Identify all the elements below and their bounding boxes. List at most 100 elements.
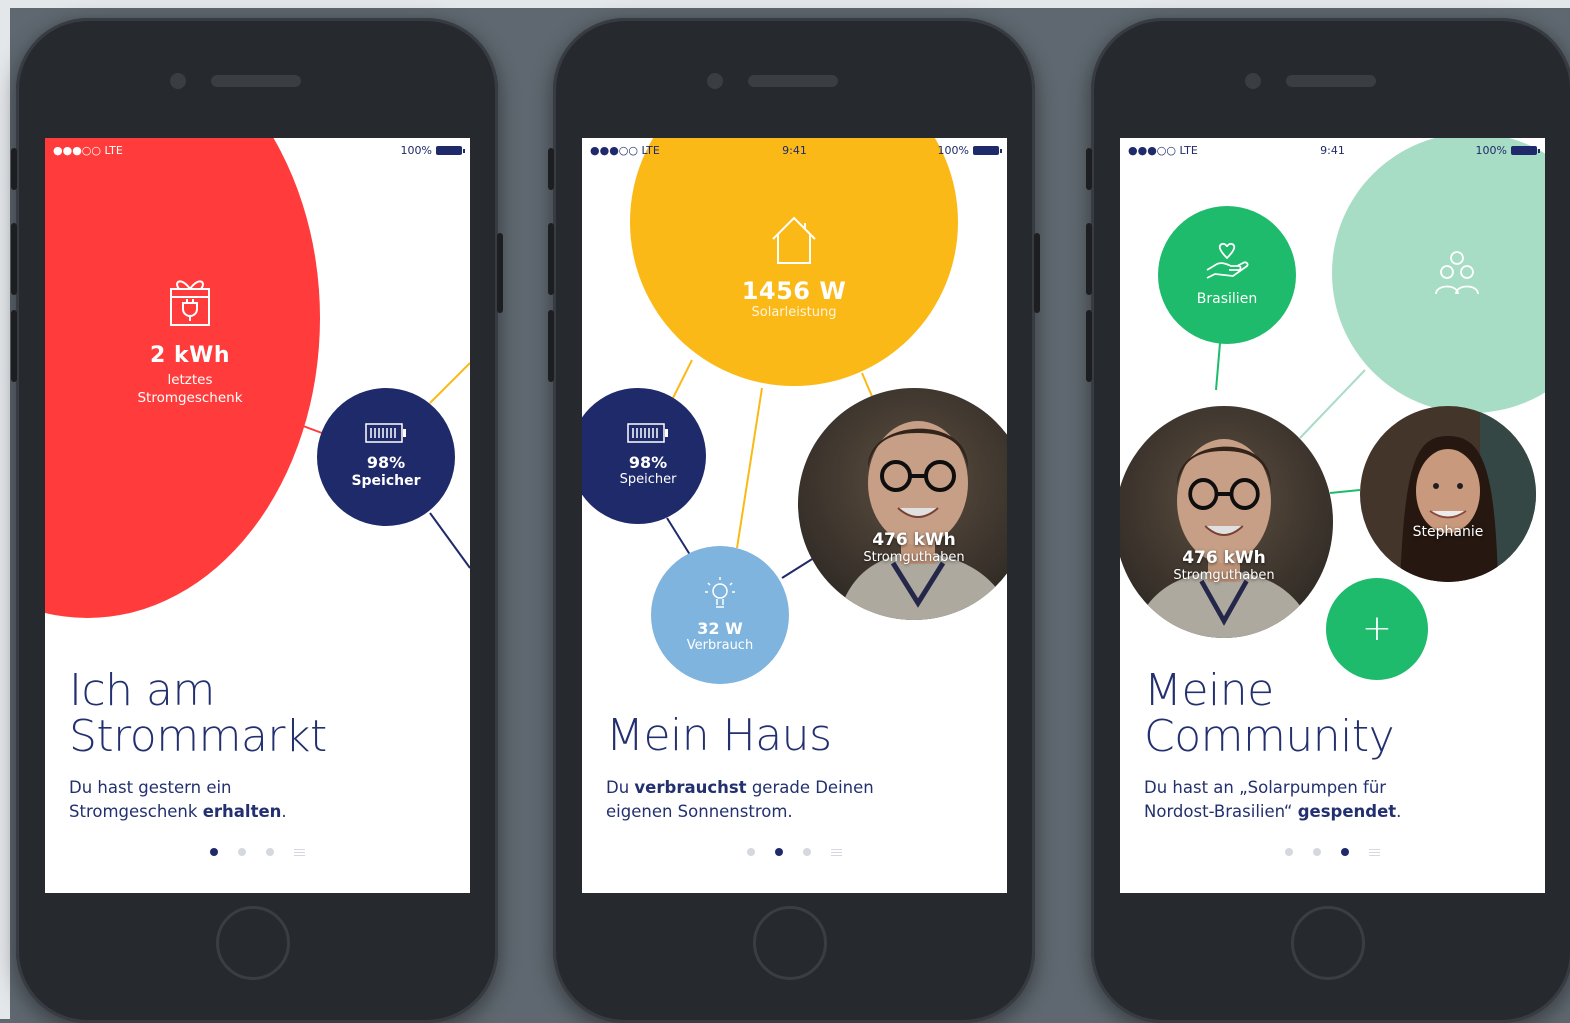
credit-overlay: 476 kWh Stromguthaben [1120,548,1333,583]
headline-line2: Strommarkt [69,711,327,762]
power-button [1034,233,1040,313]
storage-value: 98% [366,453,406,473]
headline: Ich am Strommarkt [69,668,327,760]
consumption-bubble[interactable]: 32 W Verbrauch [651,546,789,684]
battery-status-icon [973,146,1002,155]
solar-value: 1456 W [741,276,847,305]
user-photo-bubble[interactable]: 476 kWh Stromguthaben [798,388,1007,620]
credit-label: Stromguthaben [863,550,965,565]
phone-2: 1456 W Solarleistung ●●●○○ LTE 9:41 100%… [548,18,1040,1023]
description: Du hast an „Solarpumpen für Nordost-Bras… [1144,776,1454,824]
page-dot-2[interactable] [238,848,246,856]
screen-mein-haus: 1456 W Solarleistung ●●●○○ LTE 9:41 100%… [582,138,1007,893]
man-portrait-image [798,388,1007,620]
add-member-button[interactable]: + [1326,578,1428,680]
phone-1: 2 kWh letztes Stromgeschenk ●●●○○ LTE 9:… [11,18,503,1023]
page-dot-2[interactable] [1313,848,1321,856]
consumption-value: 32 W [697,619,743,639]
volume-down-button [1086,310,1092,382]
battery-indicator: 100% [937,144,1002,157]
earpiece-speaker [211,75,301,87]
description-end: . [1396,802,1402,821]
volume-down-button [11,310,17,382]
battery-indicator: 100% [401,144,465,157]
battery-status-icon [1511,146,1540,155]
consumption-label: Verbrauch [686,638,754,654]
battery-status-icon [436,146,465,155]
description-text: Du [606,778,635,797]
signal-indicator: ●●●○○ LTE [53,144,123,157]
page-indicator[interactable] [1120,848,1545,856]
woman-portrait-image [1360,406,1536,582]
gift-label-line2: Stromgeschenk [137,389,243,406]
screen-strommarkt: 2 kWh letztes Stromgeschenk ●●●○○ LTE 9:… [45,138,470,893]
gift-value: 2 kWh [149,343,231,368]
storage-label: Speicher [619,472,677,488]
volume-up-button [11,223,17,295]
plus-icon: + [1361,608,1393,649]
status-bar: ●●●○○ LTE 9:41 100% [590,144,1002,160]
credit-label: Stromguthaben [1173,568,1275,583]
page-dot-2[interactable] [775,848,783,856]
page-indicator[interactable] [582,848,1007,856]
earpiece-speaker [1286,75,1376,87]
gift-label-line1: letztes [167,372,213,388]
mute-switch [1086,148,1092,190]
description-bold: verbrauchst [634,778,747,797]
storage-label: Speicher [351,473,421,490]
headline-line1: Meine [1144,665,1274,716]
page-dot-3[interactable] [1341,848,1349,856]
description-bold: erhalten [202,802,282,821]
earpiece-speaker [748,75,838,87]
page-dot-3[interactable] [803,848,811,856]
headline-line1: Ich am [69,665,215,716]
page-menu-icon[interactable] [1369,848,1380,856]
user-photo-bubble[interactable]: 476 kWh Stromguthaben [1120,406,1333,638]
credit-value: 476 kWh [872,530,956,550]
headline-line2: Community [1144,711,1395,762]
donation-label: Brasilien [1196,290,1258,307]
headline: Mein Haus [606,710,832,761]
donation-bubble[interactable]: Brasilien [1158,206,1296,344]
page-menu-icon[interactable] [831,848,842,856]
front-camera [1245,73,1261,89]
mute-switch [548,148,554,190]
credit-value: 476 kWh [1182,548,1266,568]
description-bold: gespendet [1297,802,1397,821]
battery-percent: 100% [1475,144,1507,157]
volume-up-button [1086,223,1092,295]
battery-icon [365,423,406,444]
house-icon [772,216,816,264]
page-dot-1[interactable] [1285,848,1293,856]
lightbulb-icon [705,577,735,608]
headline: Meine Community [1144,665,1395,762]
heart-hand-icon [1206,242,1249,279]
background-strip [0,0,10,1019]
solar-label: Solarleistung [751,304,837,320]
volume-up-button [548,223,554,295]
battery-percent: 100% [937,144,969,157]
description: Du hast gestern ein Stromgeschenk erhalt… [69,776,329,824]
page-menu-icon[interactable] [294,848,305,856]
page-dot-1[interactable] [210,848,218,856]
page-indicator[interactable] [45,848,470,856]
status-bar: ●●●○○ LTE 9:41 100% [53,144,465,160]
front-camera [707,73,723,89]
page-dot-3[interactable] [266,848,274,856]
front-camera [170,73,186,89]
background-top [0,0,1570,8]
power-button [497,233,503,313]
home-button[interactable] [753,906,827,980]
home-button[interactable] [216,906,290,980]
credit-overlay: 476 kWh Stromguthaben [798,530,1007,565]
friend-photo-bubble[interactable]: Stephanie [1360,406,1536,582]
description-end: . [281,802,287,821]
battery-icon [627,423,668,443]
page-dot-1[interactable] [747,848,755,856]
status-bar: ●●●○○ LTE 9:41 100% [1128,144,1540,160]
storage-bubble[interactable]: 98% Speicher [317,388,455,526]
volume-down-button [548,310,554,382]
man-portrait-image [1120,406,1333,638]
home-button[interactable] [1291,906,1365,980]
battery-indicator: 100% [1475,144,1540,157]
